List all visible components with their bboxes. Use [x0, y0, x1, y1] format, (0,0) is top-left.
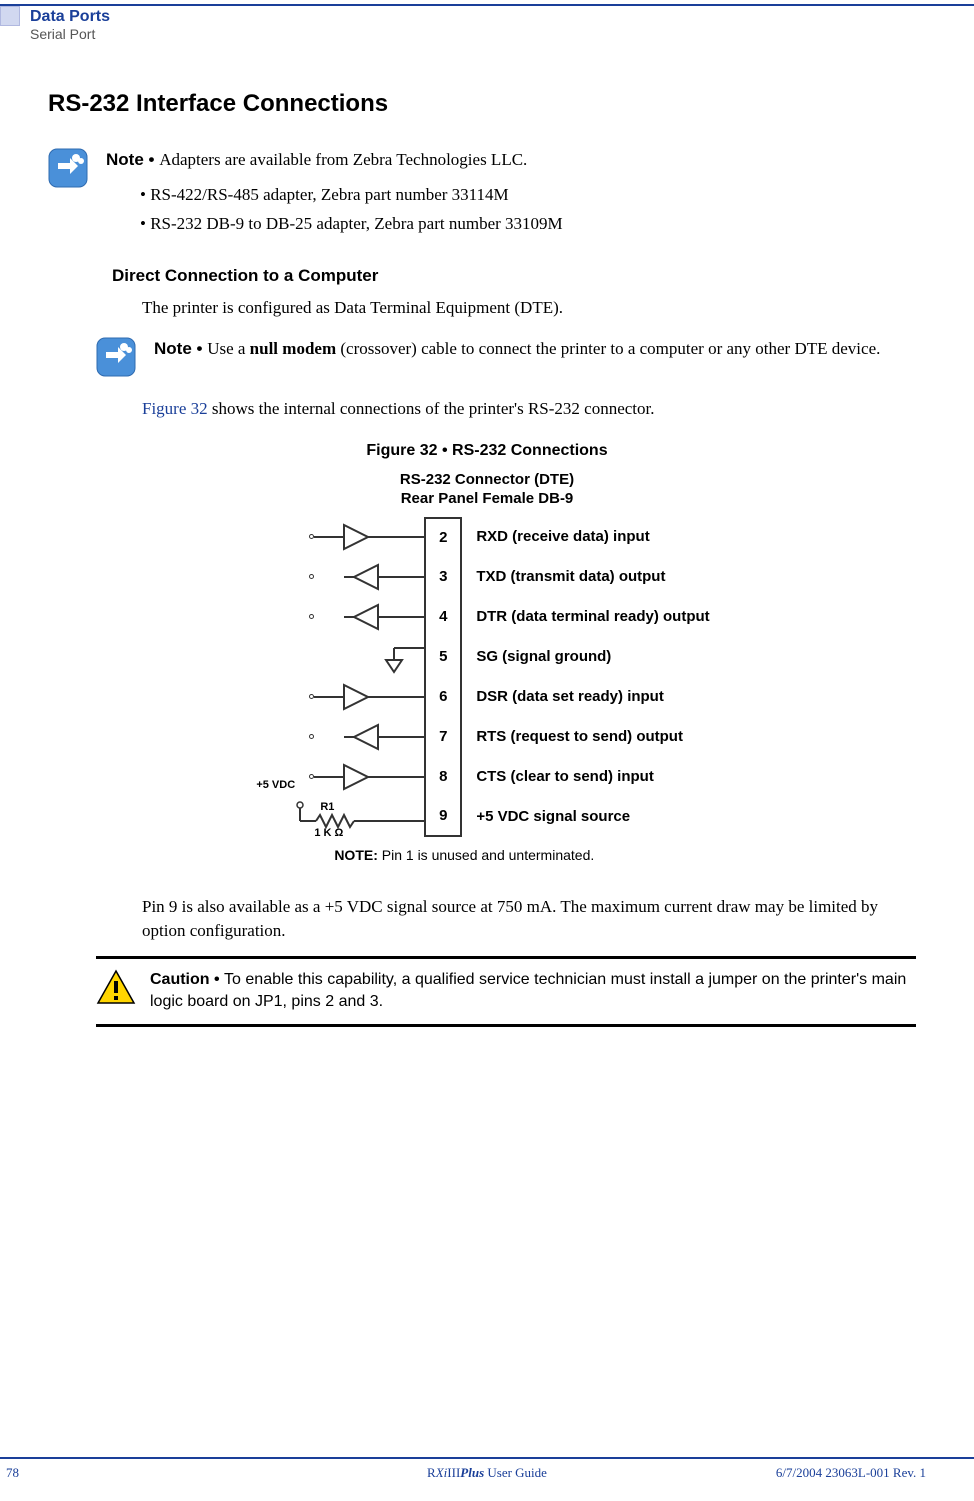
pin-number: 6 — [424, 677, 462, 717]
note-bullet: RS-232 DB-9 to DB-25 adapter, Zebra part… — [140, 210, 926, 239]
pin-number: 8 — [424, 757, 462, 797]
figure-caption: Figure 32 • RS-232 Connections — [48, 442, 926, 460]
body-paragraph: Pin 9 is also available as a +5 VDC sign… — [142, 895, 916, 944]
header-square — [0, 6, 20, 26]
pin-number: 3 — [424, 557, 462, 597]
subsection-heading: Direct Connection to a Computer — [112, 266, 926, 286]
note-text: Use a — [207, 339, 249, 358]
note-block-nullmodem: Note • Use a null modem (crossover) cabl… — [96, 337, 926, 377]
rs232-diagram: RS-232 Connector (DTE) Rear Panel Female… — [48, 470, 926, 865]
pin-number: 5 — [424, 637, 462, 677]
pin-number: 4 — [424, 597, 462, 637]
note-bold: null modem — [250, 339, 336, 358]
note-label: Note • — [154, 339, 207, 358]
note-label: Note • — [106, 150, 159, 169]
guide-title: RXiIIIPlus User Guide — [0, 1465, 974, 1481]
diagram-footnote: NOTE: Pin 1 is unused and unterminated. — [264, 847, 709, 863]
pin-label: +5 VDC signal source — [462, 808, 630, 825]
note-icon — [48, 148, 88, 188]
header-title: Data Ports — [30, 8, 110, 26]
pin-label: DSR (data set ready) input — [462, 688, 664, 705]
connector-subtitle: Rear Panel Female DB-9 — [264, 489, 709, 509]
pin-label: RXD (receive data) input — [462, 528, 649, 545]
note-block-adapters: Note • Adapters are available from Zebra… — [48, 148, 926, 238]
pin-label: SG (signal ground) — [462, 648, 611, 665]
caution-block: Caution • To enable this capability, a q… — [96, 956, 916, 1027]
resistor-label: 1 K Ω — [314, 827, 343, 839]
header-subtitle: Serial Port — [30, 26, 110, 42]
note-text: Adapters are available from Zebra Techno… — [159, 150, 527, 169]
page-header: Data Ports Serial Port — [0, 4, 974, 42]
r1-label: R1 — [320, 801, 334, 813]
vdc-label: +5 VDC — [256, 779, 295, 791]
note-icon — [96, 337, 136, 377]
note-text: (crossover) cable to connect the printer… — [336, 339, 880, 358]
caution-text: To enable this capability, a qualified s… — [150, 971, 906, 1010]
figure-xref[interactable]: Figure 32 — [142, 399, 208, 418]
pin-label: RTS (request to send) output — [462, 728, 683, 745]
pin-label: DTR (data terminal ready) output — [462, 608, 709, 625]
pin-number: 2 — [424, 517, 462, 557]
connector-title: RS-232 Connector (DTE) — [264, 470, 709, 490]
body-paragraph: Figure 32 shows the internal connections… — [142, 397, 916, 422]
section-heading: RS-232 Interface Connections — [48, 90, 926, 118]
caution-icon — [96, 969, 136, 1005]
pin-label: CTS (clear to send) input — [462, 768, 654, 785]
note-bullet: RS-422/RS-485 adapter, Zebra part number… — [140, 181, 926, 210]
pin-number: 7 — [424, 717, 462, 757]
page-footer: 78 RXiIIIPlus User Guide 6/7/2004 23063L… — [0, 1457, 974, 1481]
body-paragraph: The printer is configured as Data Termin… — [142, 296, 916, 321]
caution-label: Caution • — [150, 971, 224, 988]
pin-number: 9 — [424, 797, 462, 837]
pin-label: TXD (transmit data) output — [462, 568, 665, 585]
